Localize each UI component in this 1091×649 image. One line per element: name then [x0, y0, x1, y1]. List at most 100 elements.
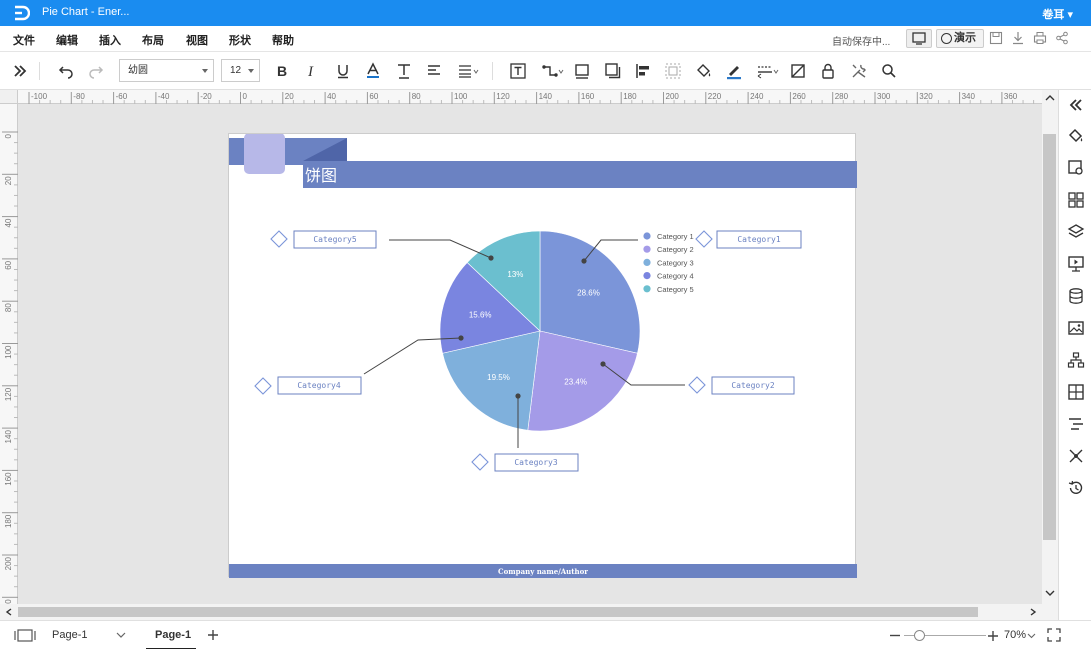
menu-layout[interactable]: 布局	[142, 32, 164, 48]
align-left-icon[interactable]	[634, 62, 652, 80]
ruler-label: 180	[4, 514, 13, 528]
legend-label: Category 2	[657, 245, 694, 254]
frame-icon[interactable]	[573, 62, 591, 80]
search-icon[interactable]	[880, 62, 898, 80]
gantt-icon[interactable]	[1067, 415, 1085, 433]
ruler-label: 280	[835, 92, 849, 101]
save-icon[interactable]	[989, 31, 1003, 45]
callout-category5[interactable]: Category5	[270, 230, 494, 261]
zoom-slider-knob[interactable]	[914, 630, 925, 641]
zoom-level[interactable]: 70%	[1004, 629, 1026, 641]
page-select[interactable]: Page-1	[52, 629, 87, 641]
ruler-label: 180	[623, 92, 637, 101]
ruler-label: 140	[539, 92, 553, 101]
tools-icon[interactable]	[850, 62, 868, 80]
ruler-label: -20	[200, 92, 212, 101]
ruler-label: -60	[116, 92, 128, 101]
legend-marker	[643, 245, 651, 253]
horizontal-scroll-thumb[interactable]	[18, 607, 978, 617]
lock-icon[interactable]	[819, 62, 837, 80]
ruler-label: 220	[708, 92, 722, 101]
user-menu[interactable]: 卷耳 ▾	[1042, 6, 1073, 22]
line-spacing-icon[interactable]	[456, 62, 480, 80]
scroll-down-icon[interactable]	[1044, 588, 1056, 598]
add-page-icon[interactable]	[207, 629, 219, 641]
font-color-icon[interactable]	[364, 62, 382, 80]
paint-bucket-icon[interactable]	[1067, 127, 1085, 145]
no-fill-icon[interactable]	[789, 62, 807, 80]
underline-icon[interactable]	[334, 62, 352, 80]
font-size-select[interactable]: 12	[221, 59, 260, 82]
print-icon[interactable]	[1033, 31, 1047, 45]
ruler-label: 60	[4, 260, 13, 269]
undo-icon[interactable]	[57, 62, 75, 80]
text-box-icon[interactable]	[509, 62, 527, 80]
menu-insert[interactable]: 插入	[99, 32, 121, 48]
screen-button[interactable]	[906, 29, 932, 48]
callout-label-2: Category2	[731, 381, 775, 390]
group-icon[interactable]	[664, 62, 682, 80]
scroll-up-icon[interactable]	[1044, 93, 1056, 103]
diagram-page[interactable]: 饼图 28.6% 23.4% 19.5% 15.6% 13% Category 1 Cat…	[228, 133, 857, 578]
page-view-icon[interactable]	[14, 629, 36, 642]
ruler-label: 200	[666, 92, 680, 101]
presentation-icon[interactable]	[1067, 255, 1085, 273]
zoom-out-icon[interactable]	[889, 634, 901, 637]
legend-label: Category 4	[657, 272, 694, 281]
grid-layout-icon[interactable]	[1067, 191, 1085, 209]
fill-color-icon[interactable]	[695, 62, 713, 80]
zoom-in-icon[interactable]	[987, 630, 999, 642]
text-style-icon[interactable]	[395, 62, 413, 80]
mind-map-icon[interactable]	[1067, 447, 1085, 465]
right-sidebar	[1058, 90, 1091, 620]
bold-icon[interactable]: B	[273, 62, 291, 80]
svg-text:I: I	[307, 64, 314, 80]
shape-settings-icon[interactable]	[1067, 159, 1085, 177]
layers-icon[interactable]	[1067, 223, 1085, 241]
legend-label: Category 1	[657, 232, 694, 241]
page-tab[interactable]: Page-1	[146, 621, 196, 649]
share-icon[interactable]	[1055, 31, 1069, 45]
database-icon[interactable]	[1067, 287, 1085, 305]
ruler-label: 120	[4, 387, 13, 401]
present-button[interactable]: 演示	[936, 29, 984, 48]
line-color-icon[interactable]	[725, 62, 743, 80]
ruler-label: 100	[454, 92, 468, 101]
svg-text:B: B	[277, 63, 287, 79]
zoom-chevron-icon[interactable]	[1027, 633, 1036, 639]
history-icon[interactable]	[1067, 479, 1085, 497]
callout-category4[interactable]: Category4	[254, 335, 464, 395]
scroll-left-icon[interactable]	[4, 607, 14, 617]
ruler-label: 20	[4, 176, 13, 185]
collapse-sidebar-icon[interactable]	[1067, 96, 1085, 114]
align-icon[interactable]	[425, 62, 443, 80]
callout-label-3: Category3	[514, 458, 558, 467]
ruler-label: 140	[4, 430, 13, 444]
table-layout-icon[interactable]	[1067, 383, 1085, 401]
vertical-scroll-thumb[interactable]	[1043, 134, 1056, 540]
menu-view[interactable]: 视图	[186, 32, 208, 48]
pie-data-label: 13%	[507, 270, 523, 279]
pie-data-label: 28.6%	[577, 288, 600, 297]
italic-icon[interactable]: I	[303, 62, 321, 80]
connector-icon[interactable]	[541, 62, 565, 80]
menu-shape[interactable]: 形状	[229, 32, 251, 48]
menu-file[interactable]: 文件	[13, 32, 35, 48]
download-icon[interactable]	[1011, 31, 1025, 45]
legend-marker	[643, 258, 651, 266]
collapse-panel-icon[interactable]	[11, 62, 29, 80]
org-chart-icon[interactable]	[1067, 351, 1085, 369]
menu-edit[interactable]: 编辑	[56, 32, 78, 48]
image-icon[interactable]	[1067, 319, 1085, 337]
shadow-icon[interactable]	[604, 62, 622, 80]
line-style-icon[interactable]	[756, 62, 780, 80]
scroll-right-icon[interactable]	[1028, 607, 1038, 617]
pie-chart[interactable]: 28.6% 23.4% 19.5% 15.6% 13%	[439, 230, 641, 432]
fullscreen-icon[interactable]	[1047, 628, 1061, 642]
menu-help[interactable]: 帮助	[272, 32, 294, 48]
font-family-select[interactable]: 幼圆	[119, 59, 214, 82]
horizontal-scrollbar[interactable]	[0, 604, 1058, 620]
chevron-down-icon[interactable]	[116, 632, 126, 639]
vertical-scrollbar[interactable]	[1042, 90, 1058, 604]
redo-icon[interactable]	[87, 62, 105, 80]
